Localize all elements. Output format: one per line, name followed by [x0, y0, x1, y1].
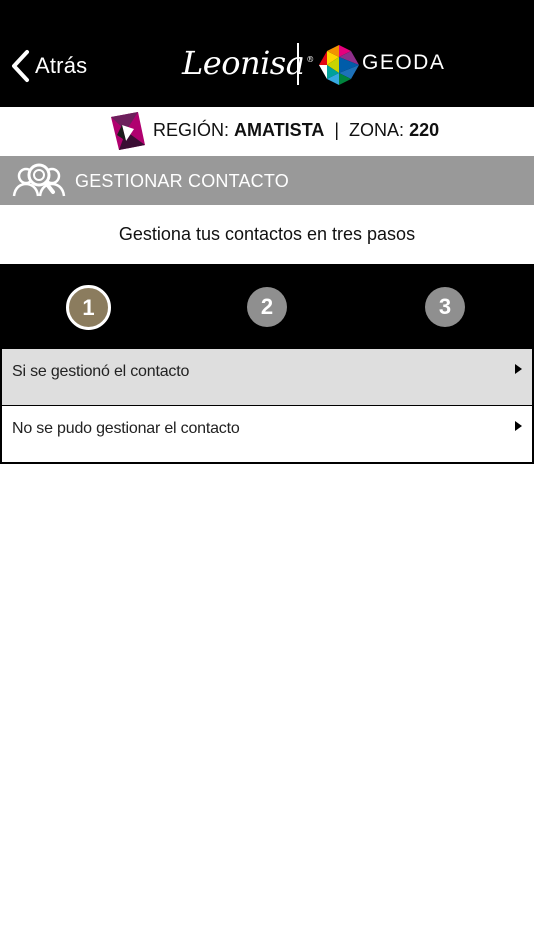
steps-bar: 1 2 3: [0, 264, 534, 348]
page-subtitle: Gestiona tus contactos en tres pasos: [0, 205, 534, 264]
region-info: REGIÓN: AMATISTA | ZONA: 220: [153, 120, 439, 141]
chevron-left-icon: [12, 50, 29, 82]
region-separator: |: [334, 120, 340, 140]
section-header: GESTIONAR CONTACTO: [0, 156, 534, 205]
option-contact-not-managed[interactable]: No se pudo gestionar el contacto: [0, 405, 534, 464]
back-button[interactable]: Atrás: [10, 46, 87, 86]
region-label: REGIÓN:: [153, 120, 230, 140]
top-nav-bar: Atrás Leonisa ® GEODA: [0, 0, 534, 107]
back-label: Atrás: [35, 53, 88, 78]
gem-icon: [111, 112, 145, 150]
step-1[interactable]: 1: [66, 285, 111, 330]
geoda-logo-icon: [319, 45, 359, 85]
leonisa-logo: Leonisa ®: [182, 44, 314, 82]
caret-right-icon: [515, 421, 522, 431]
region-value: AMATISTA: [234, 120, 325, 140]
caret-right-icon: [515, 364, 522, 374]
leonisa-wordmark: Leonisa: [182, 44, 305, 82]
geoda-wordmark: GEODA: [362, 51, 446, 74]
zone-label: ZONA:: [349, 120, 405, 140]
zone-value: 220: [409, 120, 440, 140]
option-label: No se pudo gestionar el contacto: [12, 420, 240, 437]
step-2[interactable]: 2: [247, 287, 287, 327]
section-title: GESTIONAR CONTACTO: [75, 171, 289, 191]
brand-divider: [297, 43, 299, 85]
people-search-icon: [12, 163, 66, 197]
region-bar: REGIÓN: AMATISTA | ZONA: 220: [0, 107, 534, 156]
step-3[interactable]: 3: [425, 287, 465, 327]
registered-mark: ®: [306, 55, 314, 65]
option-label: Si se gestionó el contacto: [12, 363, 190, 380]
option-contact-managed[interactable]: Si se gestionó el contacto: [0, 347, 534, 406]
